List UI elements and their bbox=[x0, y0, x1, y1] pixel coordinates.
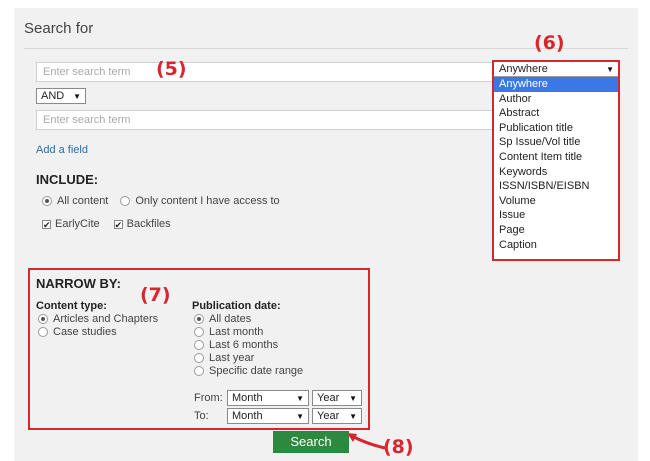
last-6-months-label: Last 6 months bbox=[209, 339, 279, 351]
dropdown-option[interactable]: Keywords bbox=[494, 165, 618, 180]
content-type-option-1[interactable]: Articles and Chapters bbox=[38, 313, 158, 325]
page-title: Search for bbox=[24, 20, 94, 37]
all-content-label: All content bbox=[57, 195, 109, 207]
include-heading: INCLUDE: bbox=[36, 172, 99, 187]
annotation-8: (8) bbox=[383, 436, 414, 458]
specific-range-label: Specific date range bbox=[209, 365, 304, 377]
to-month-value: Month bbox=[232, 410, 263, 422]
articles-radio[interactable] bbox=[38, 314, 48, 324]
last-year-radio[interactable] bbox=[194, 353, 204, 363]
chevron-down-icon: ▼ bbox=[349, 394, 357, 403]
dropdown-option[interactable]: Caption bbox=[494, 238, 618, 253]
chevron-down-icon: ▼ bbox=[73, 92, 81, 101]
search-term-input-1[interactable]: Enter search term bbox=[36, 62, 494, 82]
field-dropdown[interactable]: Anywhere ▼ Anywhere Author Abstract Publ… bbox=[492, 60, 620, 261]
pub-date-label: Publication date: bbox=[192, 300, 281, 312]
narrow-by-box: NARROW BY: Content type: Articles and Ch… bbox=[28, 268, 370, 430]
backfiles-checkbox[interactable]: ✔ bbox=[113, 219, 123, 229]
backfiles-label: Backfiles bbox=[126, 218, 171, 230]
chevron-down-icon: ▼ bbox=[606, 65, 614, 74]
field-dropdown-selected[interactable]: Anywhere ▼ bbox=[494, 62, 618, 77]
last-month-radio[interactable] bbox=[194, 327, 204, 337]
to-year-select[interactable]: Year ▼ bbox=[312, 408, 362, 424]
dropdown-option[interactable]: Volume bbox=[494, 194, 618, 209]
operator-select[interactable]: AND ▼ bbox=[36, 88, 86, 104]
pub-date-option-2[interactable]: Last month bbox=[194, 326, 263, 338]
dropdown-option[interactable]: Issue bbox=[494, 208, 618, 223]
earlycite-checkbox[interactable]: ✔ bbox=[42, 219, 51, 229]
from-year-select[interactable]: Year ▼ bbox=[312, 390, 362, 406]
annotation-5: (5) bbox=[156, 58, 187, 80]
only-access-label: Only content I have access to bbox=[135, 195, 280, 207]
last-year-label: Last year bbox=[209, 352, 255, 364]
field-dropdown-value: Anywhere bbox=[499, 63, 548, 75]
only-access-radio[interactable] bbox=[120, 196, 131, 206]
dropdown-option[interactable]: Abstract bbox=[494, 106, 618, 121]
include-checkboxes: ✔ EarlyCite ✔ Backfiles bbox=[42, 218, 171, 230]
operator-value: AND bbox=[41, 90, 65, 102]
from-label: From: bbox=[194, 392, 223, 404]
specific-range-radio[interactable] bbox=[194, 366, 204, 376]
search-button[interactable]: Search bbox=[273, 431, 349, 453]
dropdown-option[interactable]: Author bbox=[494, 92, 618, 107]
annotation-6: (6) bbox=[534, 32, 565, 54]
all-dates-radio[interactable] bbox=[194, 314, 204, 324]
all-content-radio[interactable] bbox=[42, 196, 52, 206]
content-type-option-2[interactable]: Case studies bbox=[38, 326, 117, 338]
pub-date-option-3[interactable]: Last 6 months bbox=[194, 339, 278, 351]
case-studies-radio[interactable] bbox=[38, 327, 48, 337]
earlycite-label: EarlyCite bbox=[55, 218, 100, 230]
pub-date-option-1[interactable]: All dates bbox=[194, 313, 251, 325]
articles-label: Articles and Chapters bbox=[53, 313, 159, 325]
last-6-months-radio[interactable] bbox=[194, 340, 204, 350]
dropdown-option[interactable]: Sp Issue/Vol title bbox=[494, 135, 618, 150]
all-dates-label: All dates bbox=[209, 313, 252, 325]
to-month-select[interactable]: Month ▼ bbox=[227, 408, 309, 424]
search-term-input-2[interactable]: Enter search term bbox=[36, 110, 494, 130]
to-label: To: bbox=[194, 410, 209, 422]
case-studies-label: Case studies bbox=[53, 326, 117, 338]
chevron-down-icon: ▼ bbox=[296, 394, 304, 403]
from-month-value: Month bbox=[232, 392, 263, 404]
add-field-link[interactable]: Add a field bbox=[36, 144, 88, 156]
narrow-heading: NARROW BY: bbox=[36, 276, 121, 291]
dropdown-option[interactable]: Publication title bbox=[494, 121, 618, 136]
include-options: All content Only content I have access t… bbox=[42, 195, 280, 207]
last-month-label: Last month bbox=[209, 326, 264, 338]
dropdown-option[interactable]: Content Item title bbox=[494, 150, 618, 165]
dropdown-option[interactable]: ISSN/ISBN/EISBN bbox=[494, 179, 618, 194]
from-month-select[interactable]: Month ▼ bbox=[227, 390, 309, 406]
from-year-value: Year bbox=[317, 392, 340, 404]
dropdown-option[interactable]: Page bbox=[494, 223, 618, 238]
annotation-7: (7) bbox=[140, 284, 171, 306]
chevron-down-icon: ▼ bbox=[349, 412, 357, 421]
chevron-down-icon: ▼ bbox=[296, 412, 304, 421]
to-year-value: Year bbox=[317, 410, 340, 422]
arrow-icon bbox=[347, 433, 386, 450]
content-type-label: Content type: bbox=[36, 300, 107, 312]
dropdown-option[interactable]: Anywhere bbox=[494, 77, 618, 92]
pub-date-option-5[interactable]: Specific date range bbox=[194, 365, 303, 377]
pub-date-option-4[interactable]: Last year bbox=[194, 352, 254, 364]
